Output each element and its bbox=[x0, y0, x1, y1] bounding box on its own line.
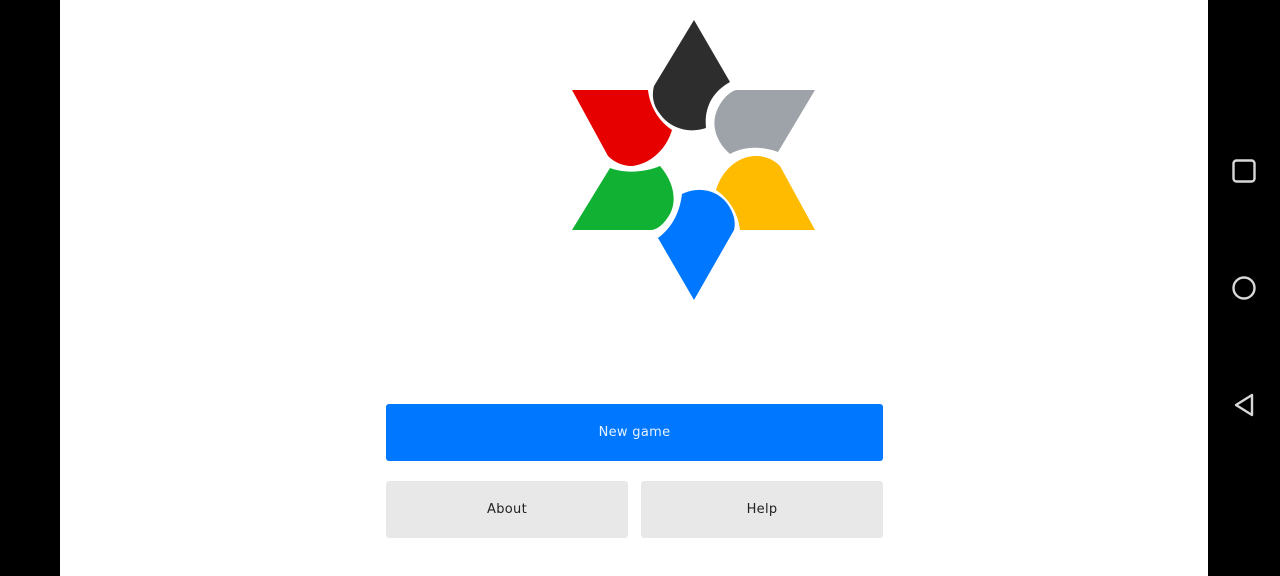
back-button[interactable] bbox=[1226, 387, 1262, 423]
logo-green-segment bbox=[572, 166, 674, 230]
system-navigation-bar bbox=[1208, 0, 1280, 576]
circle-icon bbox=[1232, 276, 1256, 300]
square-icon bbox=[1232, 159, 1256, 183]
new-game-button[interactable]: New game bbox=[386, 404, 883, 461]
help-button[interactable]: Help bbox=[641, 481, 883, 538]
star-logo-icon bbox=[572, 20, 815, 300]
recents-button[interactable] bbox=[1226, 153, 1262, 189]
logo-gray-segment bbox=[714, 90, 815, 154]
triangle-back-icon bbox=[1234, 393, 1254, 417]
app-main-menu: New game About Help bbox=[60, 0, 1208, 576]
left-black-bar bbox=[0, 0, 60, 576]
home-button[interactable] bbox=[1226, 270, 1262, 306]
device-screen: New game About Help bbox=[0, 0, 1280, 576]
about-button[interactable]: About bbox=[386, 481, 628, 538]
